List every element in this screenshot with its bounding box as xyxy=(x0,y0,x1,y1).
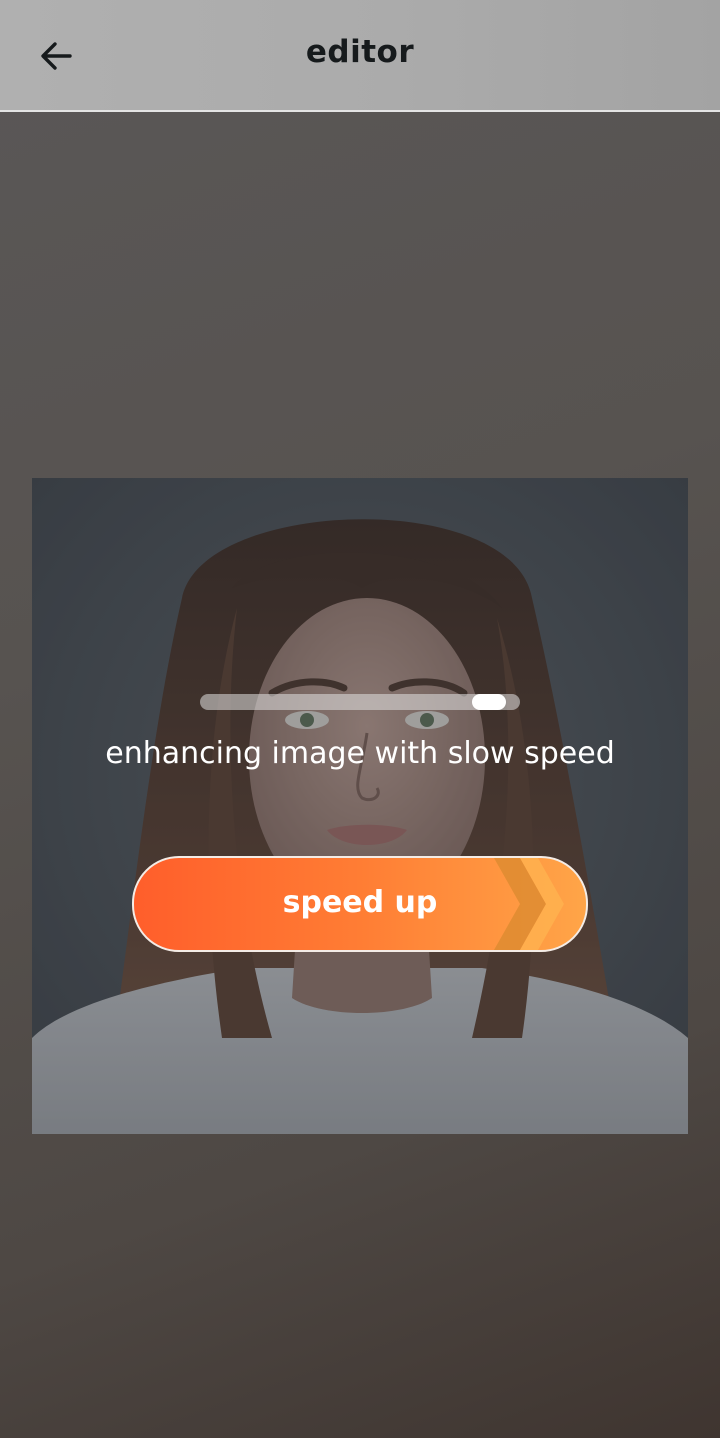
page-title: editor xyxy=(305,34,415,70)
app-header: editor xyxy=(0,0,720,112)
enhance-progress-bar xyxy=(200,694,520,710)
double-chevron-right-icon xyxy=(494,858,564,950)
portrait-photo xyxy=(32,478,688,1134)
progress-indicator xyxy=(471,694,506,710)
speed-up-button[interactable]: speed up xyxy=(132,856,588,952)
status-message: enhancing image with slow speed xyxy=(105,736,615,771)
